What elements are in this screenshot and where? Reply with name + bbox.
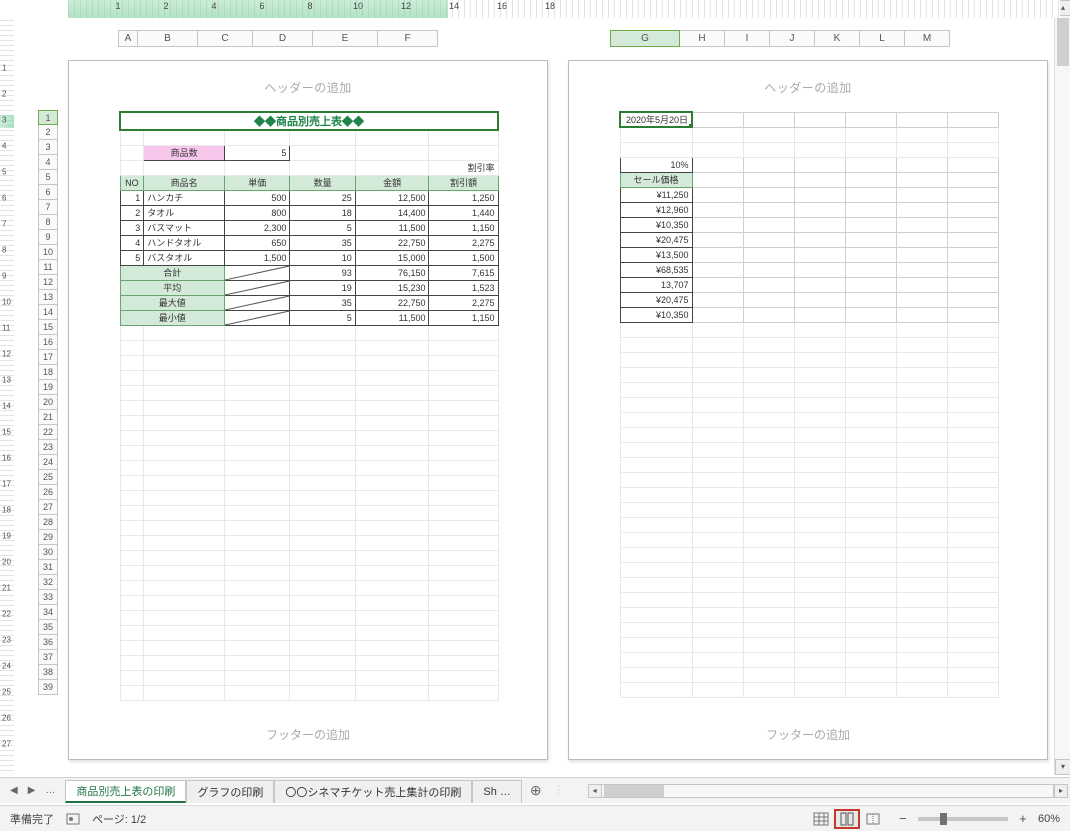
page-2[interactable]: ヘッダーの追加 2020年5月20日 10% セール価格 ¥11,250¥12,… xyxy=(568,60,1048,760)
hscroll-left-button[interactable]: ◂ xyxy=(588,784,602,798)
sale-row[interactable]: ¥68,535 xyxy=(620,262,999,277)
sale-row[interactable]: ¥20,475 xyxy=(620,292,999,307)
page-layout-area: ヘッダーの追加 ◆◆商品別売上表◆◆ 商品数 5 割引率 NO 商品名 単価 数… xyxy=(68,60,1060,771)
sale-row[interactable]: ¥10,350 xyxy=(620,307,999,322)
hscroll-right-button[interactable]: ▸ xyxy=(1054,784,1068,798)
horizontal-ruler: 124681012141618 xyxy=(68,0,1060,18)
discount-label: 割引率 xyxy=(429,160,498,175)
horizontal-scrollbar[interactable]: ◂ ▸ xyxy=(588,778,1070,803)
row-headers[interactable]: 1234567891011121314151617181920212223242… xyxy=(38,110,58,695)
view-normal-button[interactable] xyxy=(808,809,834,829)
zoom-slider[interactable] xyxy=(918,817,1008,821)
sale-row[interactable]: ¥10,350 xyxy=(620,217,999,232)
table-row[interactable]: 5バスタオル1,5001015,0001,500 xyxy=(120,250,498,265)
title: ◆◆商品別売上表◆◆ xyxy=(120,112,498,130)
nav-prev-icon[interactable]: ◀ xyxy=(6,783,22,798)
summary-row[interactable]: 合計9376,1507,615 xyxy=(120,265,498,280)
view-page-break-button[interactable] xyxy=(860,809,886,829)
footer-add-1[interactable]: フッターの追加 xyxy=(69,716,547,759)
status-bar: 準備完了 ページ: 1/2 − + 60% xyxy=(0,805,1070,831)
tab-divider: ⋮ xyxy=(550,785,568,796)
sale-row[interactable]: ¥13,500 xyxy=(620,247,999,262)
status-ready: 準備完了 xyxy=(10,811,54,827)
zoom-out-button[interactable]: − xyxy=(896,811,910,826)
table-row[interactable]: 3バスマット2,300511,5001,150 xyxy=(120,220,498,235)
tab-cinema-print[interactable]: 〇〇シネマチケット売上集計の印刷 xyxy=(274,780,472,803)
view-page-layout-button[interactable] xyxy=(834,809,860,829)
header-add-2[interactable]: ヘッダーの追加 xyxy=(569,61,1047,102)
table-row[interactable]: 2タオル8001814,4001,440 xyxy=(120,205,498,220)
vertical-ruler: 1234567891011121314151617181920212223242… xyxy=(0,20,14,771)
page-1[interactable]: ヘッダーの追加 ◆◆商品別売上表◆◆ 商品数 5 割引率 NO 商品名 単価 数… xyxy=(68,60,548,760)
footer-add-2[interactable]: フッターの追加 xyxy=(569,716,1047,759)
selected-cell[interactable]: 2020年5月20日 xyxy=(620,112,692,127)
status-page: ページ: 1/2 xyxy=(92,811,146,827)
grid-1[interactable]: ◆◆商品別売上表◆◆ 商品数 5 割引率 NO 商品名 単価 数量 金額 割引額 xyxy=(119,111,499,709)
grid-2[interactable]: 2020年5月20日 10% セール価格 ¥11,250¥12,960¥10,3… xyxy=(619,111,999,709)
new-sheet-button[interactable]: ⊕ xyxy=(522,778,550,803)
count-label: 商品数 xyxy=(144,145,225,160)
summary-row[interactable]: 最大値3522,7502,275 xyxy=(120,295,498,310)
sale-row[interactable]: 13,707 xyxy=(620,277,999,292)
tab-more[interactable]: Sh … xyxy=(472,780,522,803)
view-buttons[interactable] xyxy=(808,809,886,829)
count-value: 5 xyxy=(225,145,290,160)
nav-next-icon[interactable]: ▶ xyxy=(24,783,40,798)
nav-more-icon[interactable]: … xyxy=(41,783,59,798)
sheet-nav-buttons[interactable]: ◀ ▶ … xyxy=(0,778,65,803)
sale-row[interactable]: ¥20,475 xyxy=(620,232,999,247)
summary-row[interactable]: 平均1915,2301,523 xyxy=(120,280,498,295)
sale-row[interactable]: ¥12,960 xyxy=(620,202,999,217)
macro-record-icon[interactable] xyxy=(66,812,80,826)
zoom-controls[interactable]: − + 60% xyxy=(886,811,1070,826)
summary-row[interactable]: 最小値511,5001,150 xyxy=(120,310,498,325)
tab-sales-print[interactable]: 商品別売上表の印刷 xyxy=(65,780,186,803)
zoom-in-button[interactable]: + xyxy=(1016,811,1030,826)
column-headers[interactable]: ABCDEF GHIJKLM xyxy=(38,30,1060,48)
table-row[interactable]: 4ハンドタオル6503522,7502,275 xyxy=(120,235,498,250)
header-add-1[interactable]: ヘッダーの追加 xyxy=(69,61,547,102)
sale-row[interactable]: ¥11,250 xyxy=(620,187,999,202)
table-row[interactable]: 1ハンカチ5002512,5001,250 xyxy=(120,190,498,205)
sheet-tab-strip[interactable]: ◀ ▶ … 商品別売上表の印刷 グラフの印刷 〇〇シネマチケット売上集計の印刷 … xyxy=(0,777,1070,803)
hscroll-thumb[interactable] xyxy=(604,785,664,797)
tab-graph-print[interactable]: グラフの印刷 xyxy=(186,780,274,803)
zoom-value: 60% xyxy=(1038,813,1060,825)
